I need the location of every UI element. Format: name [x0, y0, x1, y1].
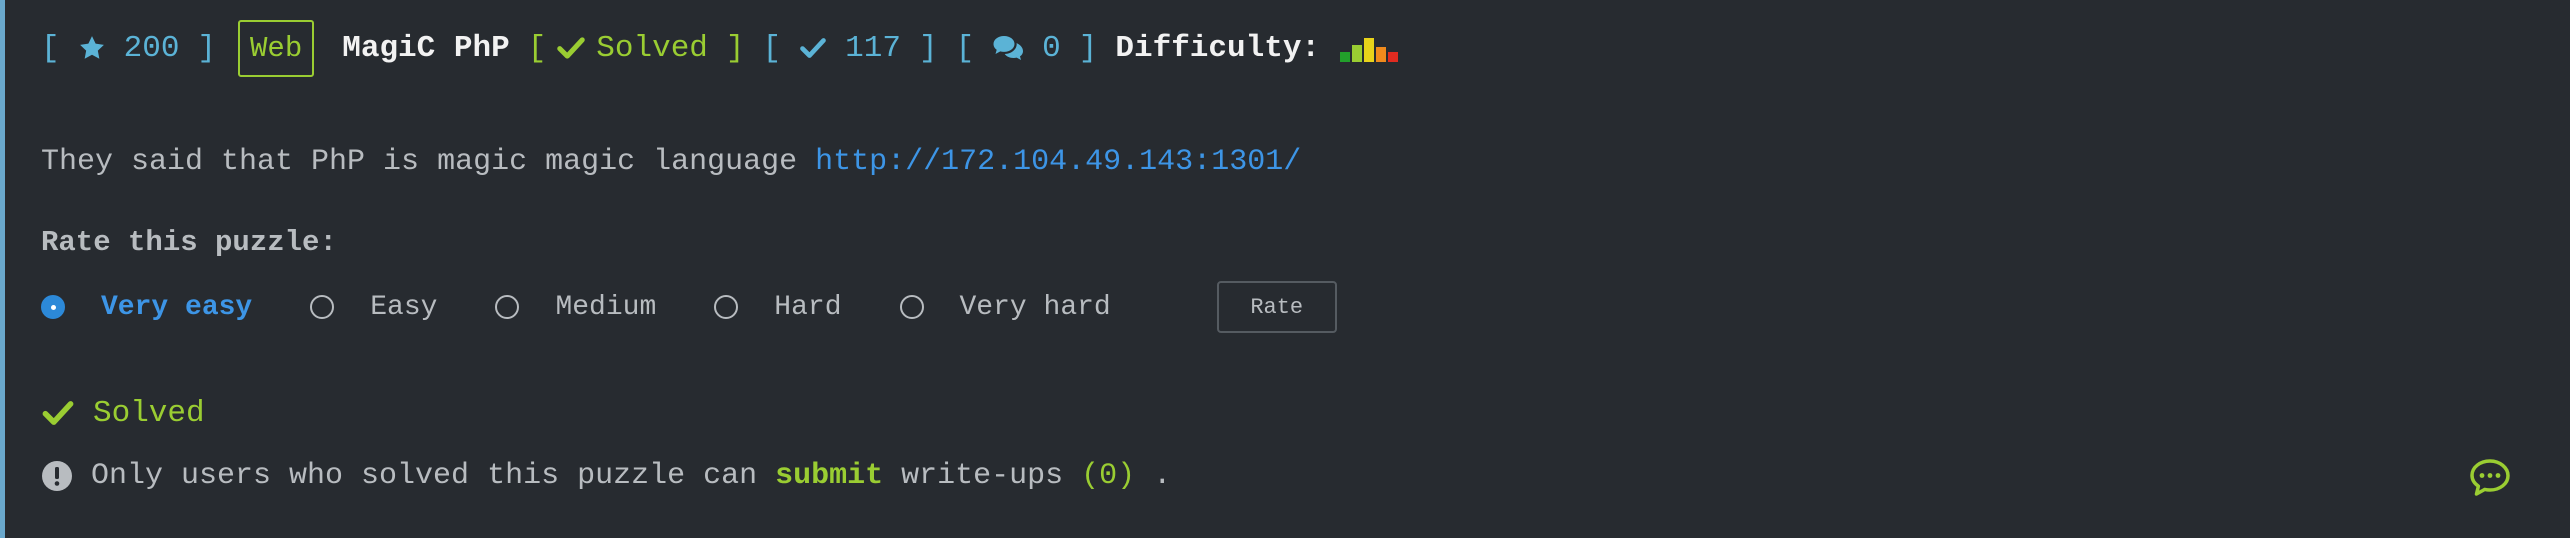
rating-option-medium[interactable]: Medium — [495, 292, 656, 323]
radio-button[interactable] — [714, 295, 739, 319]
writeups-info: Only users who solved this puzzle can su… — [41, 453, 1171, 499]
writeups-label: write-ups — [901, 459, 1064, 493]
rating-option-very-easy[interactable]: Very easy — [41, 292, 252, 323]
difficulty-bar-4 — [1376, 47, 1387, 62]
rating-option-very-hard[interactable]: Very hard — [899, 292, 1111, 323]
exclamation-circle-icon — [41, 460, 73, 492]
challenge-title: MagiC PhP — [342, 30, 510, 66]
challenge-panel: [ 200 ] Web MagiC PhP [ Solved ] [ 117 ]… — [0, 0, 2570, 538]
radio-label[interactable]: Medium — [555, 292, 656, 323]
difficulty-bar-3 — [1364, 38, 1375, 62]
radio-button[interactable] — [41, 295, 65, 319]
rating-option-easy[interactable]: Easy — [310, 292, 437, 323]
difficulty-bar-2 — [1352, 45, 1363, 62]
comments-count: 0 — [1042, 30, 1061, 66]
bracket: ] — [1078, 30, 1098, 66]
solved-label: Solved — [93, 395, 205, 431]
submit-writeup-link[interactable]: submit — [775, 459, 883, 493]
star-icon — [78, 34, 106, 62]
difficulty-bar-1 — [1340, 52, 1351, 62]
solved-status: Solved — [41, 390, 205, 436]
radio-label[interactable]: Hard — [774, 292, 841, 323]
radio-label[interactable]: Easy — [370, 292, 437, 323]
check-icon — [556, 35, 586, 61]
rate-button[interactable]: Rate — [1216, 281, 1337, 333]
rate-title: Rate this puzzle: — [41, 225, 337, 259]
writeups-count[interactable]: (0) — [1081, 459, 1135, 493]
bracket: [ — [955, 30, 975, 66]
radio-label[interactable]: Very hard — [960, 292, 1111, 323]
challenge-description: They said that PhP is magic magic langua… — [41, 140, 1301, 184]
bracket: [ — [762, 30, 782, 66]
status-label: Solved — [596, 30, 708, 66]
radio-button[interactable] — [495, 295, 520, 319]
bracket: [ — [41, 30, 60, 66]
description-text: They said that PhP is magic magic langua… — [41, 145, 798, 179]
bracket: [ — [527, 30, 547, 66]
category-tag[interactable]: Web — [238, 19, 315, 77]
difficulty-bar-5 — [1388, 52, 1399, 62]
solves-count: 117 — [845, 30, 901, 66]
comments-icon — [992, 34, 1024, 62]
bracket: ] — [725, 30, 745, 66]
chat-bubble-icon[interactable] — [2469, 458, 2511, 498]
check-icon — [41, 399, 75, 427]
radio-label[interactable]: Very easy — [101, 292, 252, 323]
rating-option-hard[interactable]: Hard — [714, 292, 842, 323]
radio-button[interactable] — [899, 295, 924, 319]
points-value: 200 — [123, 30, 180, 66]
check-icon — [799, 36, 827, 60]
radio-button[interactable] — [310, 295, 335, 319]
rating-options: Very easy Easy Medium Hard Very hard Rat… — [41, 281, 1337, 333]
challenge-url-link[interactable]: http://172.104.49.143:1301/ — [815, 145, 1301, 179]
bracket: ] — [197, 30, 217, 66]
difficulty-meter — [1340, 34, 1399, 62]
writeups-prefix: Only users who solved this puzzle can — [91, 459, 758, 493]
difficulty-label: Difficulty: — [1115, 30, 1321, 66]
writeups-suffix: . — [1153, 459, 1172, 493]
bracket: ] — [918, 30, 938, 66]
challenge-header: [ 200 ] Web MagiC PhP [ Solved ] [ 117 ]… — [41, 18, 1399, 78]
